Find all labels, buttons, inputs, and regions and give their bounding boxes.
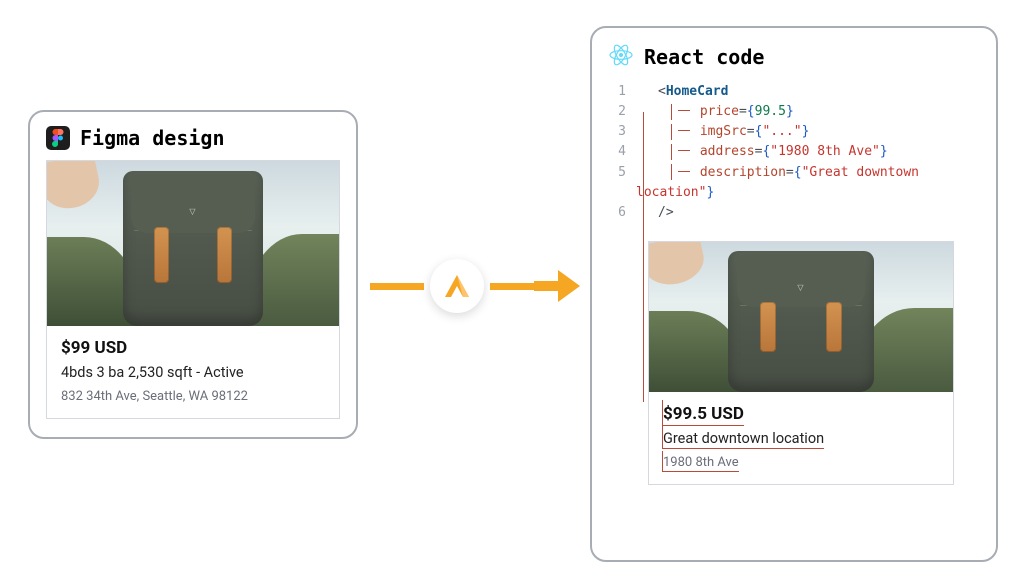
arrow-head-icon: [534, 267, 580, 305]
react-card: ➔ ▽ $99.5 USD Great downtown location 19…: [648, 241, 954, 485]
figma-panel: Figma design ▽ $99 USD 4bds 3 ba 2,530 s…: [28, 110, 358, 439]
figma-card: ▽ $99 USD 4bds 3 ba 2,530 sqft - Active …: [46, 160, 340, 419]
code-line: 5 description={"Great downtown location"…: [610, 163, 980, 203]
code-line: 2 price={99.5}: [610, 102, 980, 122]
react-card-price: $99.5 USD: [663, 404, 744, 424]
react-title: React code: [644, 45, 764, 69]
react-card-image: ▽: [649, 242, 953, 392]
figma-header: Figma design: [46, 126, 340, 150]
react-card-desc: Great downtown location: [663, 430, 824, 447]
code-line: 4 address={"1980 8th Ave"}: [610, 142, 980, 162]
react-header: React code: [608, 42, 980, 72]
connector-line: [643, 112, 644, 402]
figma-card-image: ▽: [47, 161, 339, 326]
code-line: 3 imgSrc={"..."}: [610, 122, 980, 142]
code-line: 1 <HomeCard: [610, 82, 980, 102]
figma-card-addr: 832 34th Ave, Seattle, WA 98122: [61, 389, 325, 404]
amplify-icon: [430, 259, 484, 313]
react-card-addr: 1980 8th Ave: [663, 455, 739, 470]
figma-card-price: $99 USD: [61, 338, 325, 358]
figma-title: Figma design: [80, 126, 225, 150]
react-panel: React code 1 <HomeCard 2 price={99.5} 3 …: [590, 26, 998, 562]
figma-icon: [46, 126, 70, 150]
figma-card-desc: 4bds 3 ba 2,530 sqft - Active: [61, 364, 325, 381]
transform-arrow: [370, 254, 580, 318]
react-icon: [608, 42, 634, 72]
code-block: 1 <HomeCard 2 price={99.5} 3 imgSrc={"..…: [608, 82, 980, 223]
code-line: 6 />: [610, 203, 980, 223]
